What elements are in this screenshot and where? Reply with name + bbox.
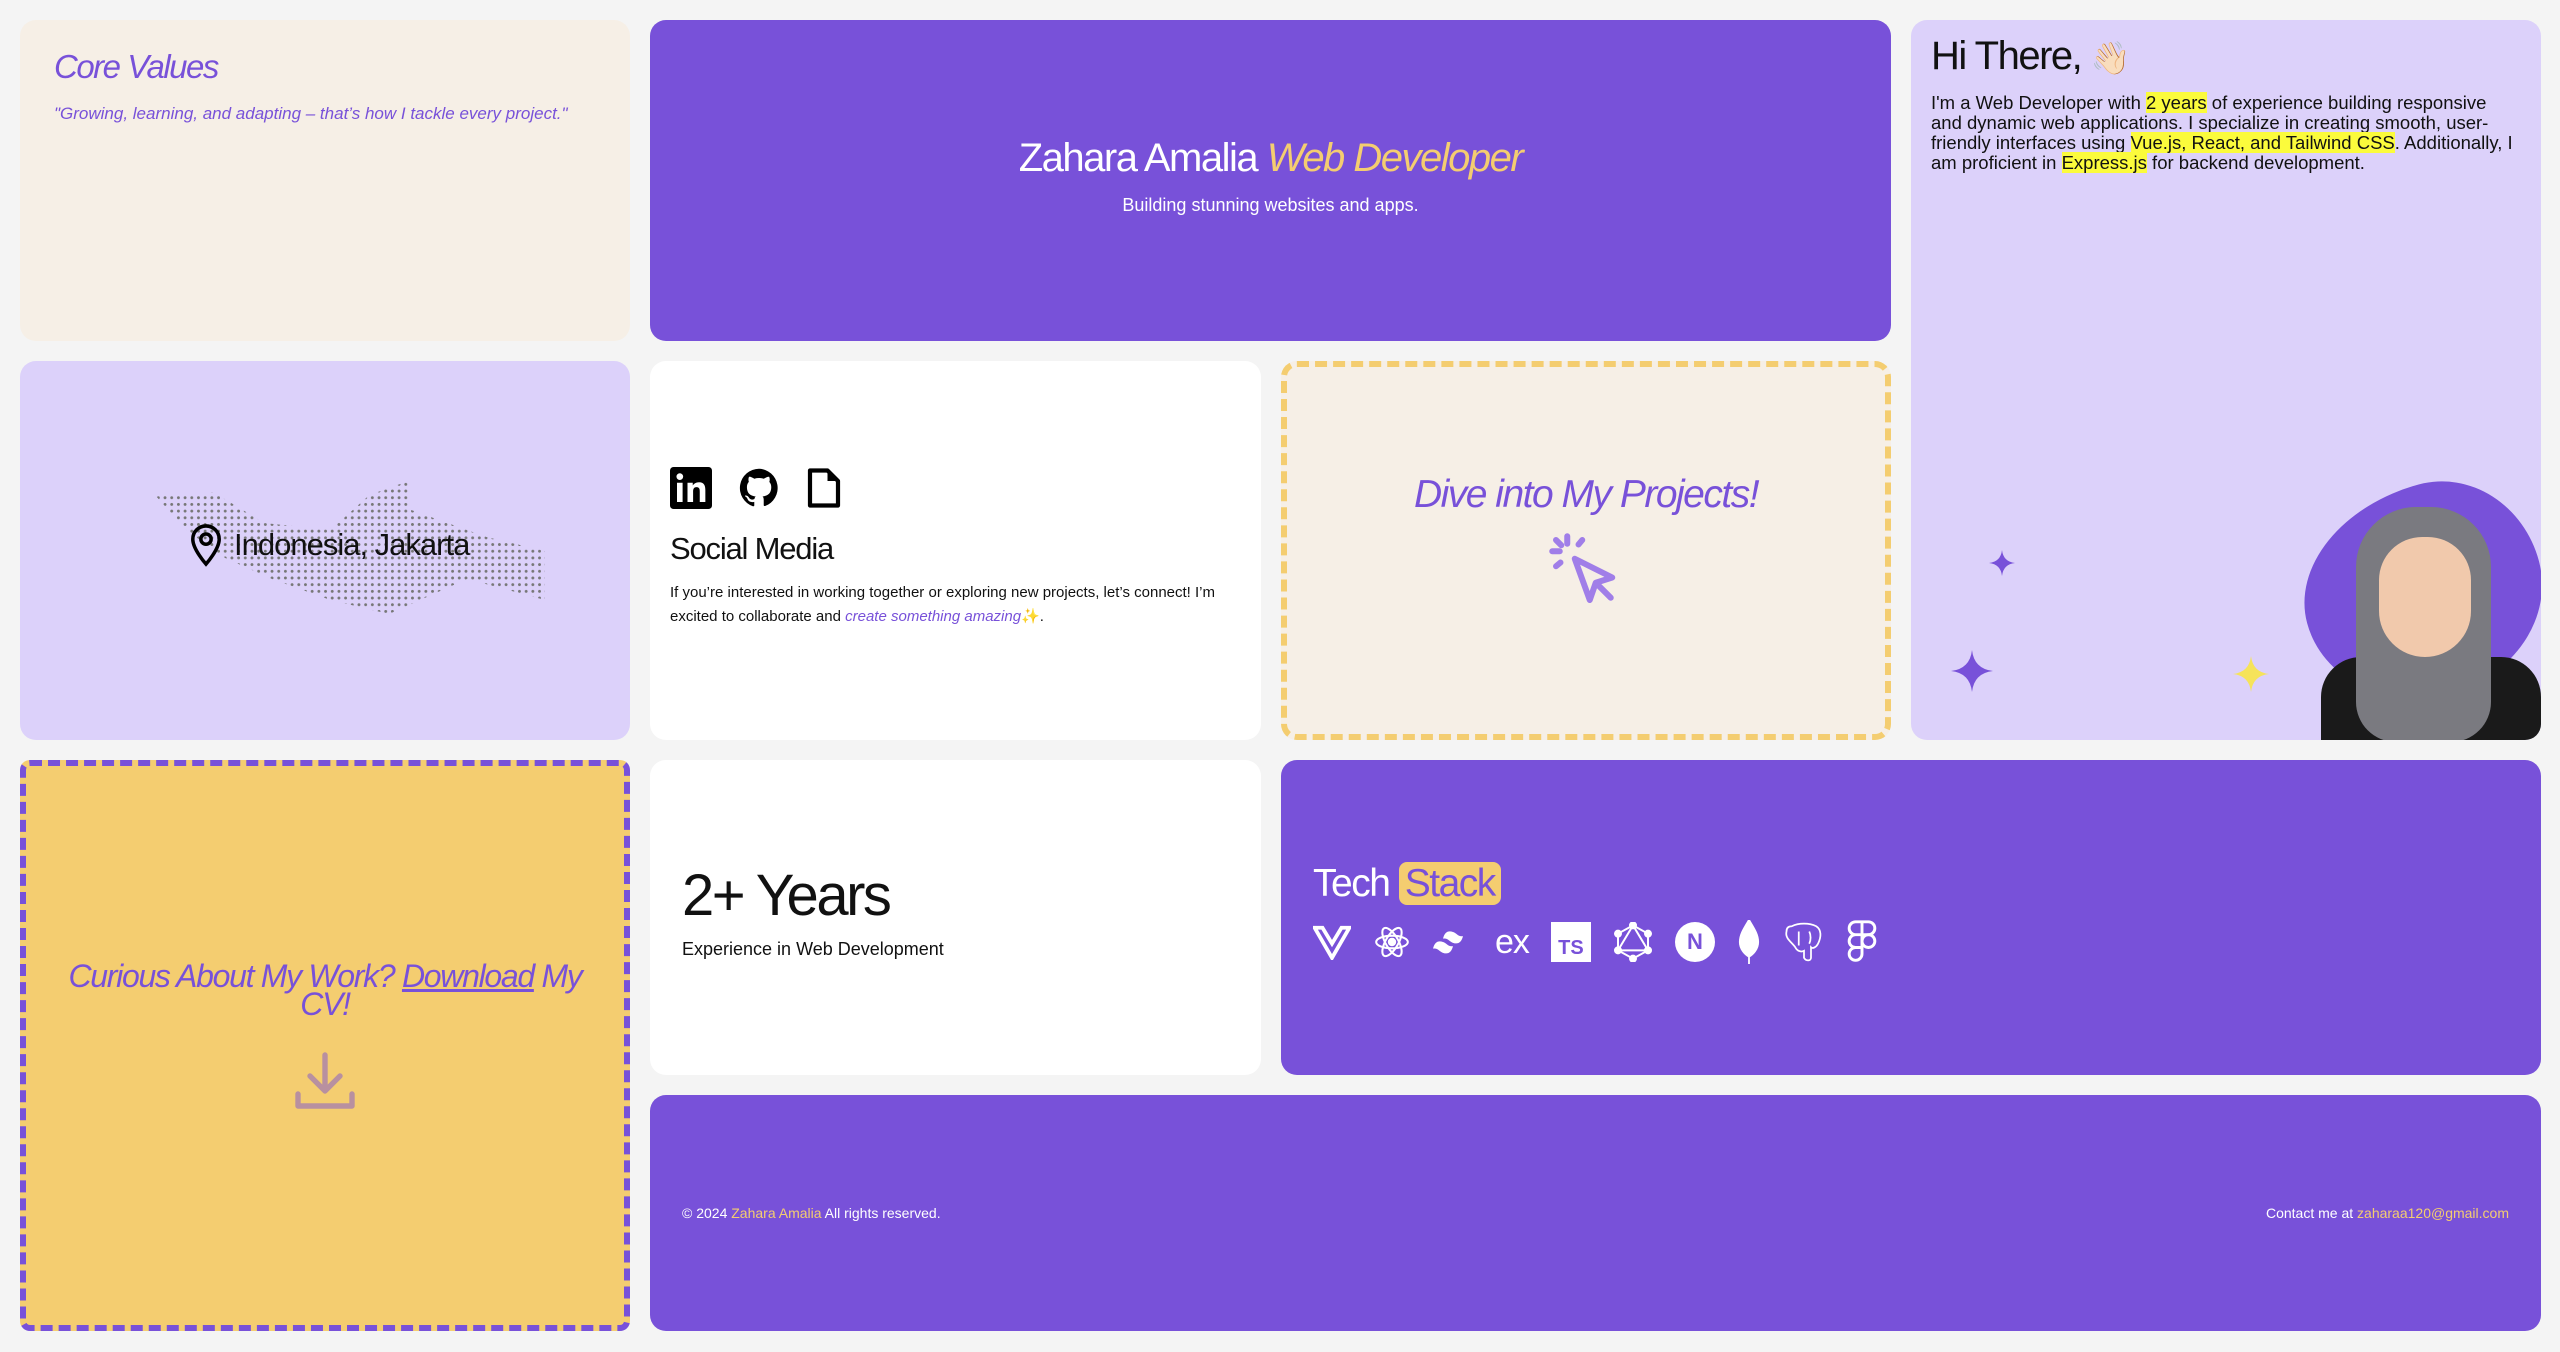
cv-card[interactable]: Curious About My Work? Download My CV! [20,760,630,1331]
contact-text: Contact me at [2265,1205,2358,1221]
highlight-express: Express.js [2061,152,2147,173]
core-values-title: Core Values [54,48,219,85]
avatar [2279,459,2541,740]
hero-card: Zahara Amalia Web Developer Building stu… [650,20,1891,341]
footer: © 2024 Zahara Amalia All rights reserved… [650,1095,2541,1331]
about-t1: I'm a Web Developer with [1931,92,2146,113]
hero-name: Zahara Amalia [1018,136,1259,180]
linkedin-icon[interactable] [670,467,712,509]
cursor-click-icon [1549,533,1616,603]
tech-icons: ex TS N [1313,920,2509,964]
footer-name: Zahara Amalia [731,1205,822,1221]
years-card: 2+ Years Experience in Web Development [650,760,1261,1075]
core-values-card: Core Values "Growing, learning, and adap… [20,20,630,341]
about-t4: for backend development. [2146,152,2365,173]
typescript-icon: TS [1550,922,1591,962]
highlight-stack: Vue.js, React, and Tailwind CSS [2130,132,2395,153]
social-t2: . [1039,608,1044,625]
figma-icon [1847,920,1877,962]
projects-title[interactable]: Dive into My Projects! [1287,473,1885,517]
avatar-face [2379,537,2471,657]
wave-icon: 👋🏻 [2090,40,2131,76]
tailwind-icon [1433,931,1463,954]
map-pin-icon [191,524,221,567]
years-label: Experience in Web Development [682,939,944,959]
social-title: Social Media [670,531,834,566]
hero-role: Web Developer [1266,136,1524,180]
social-card: Social Media If you’re interested in wor… [650,361,1261,740]
footer-contact: Contact me at zaharaa120@gmail.com [2266,1205,2509,1221]
react-icon [1375,926,1409,958]
years-value: 2+ Years [682,863,892,928]
about-card: Hi There, 👋🏻 I'm a Web Developer with 2 … [1911,20,2541,740]
github-icon[interactable] [738,467,780,509]
location-card: Indonesia, Jakarta [20,361,630,740]
sparkle-icon [2233,656,2269,692]
projects-card[interactable]: Dive into My Projects! [1281,361,1891,740]
vue-icon [1313,925,1351,960]
highlight-years: 2 years [2146,92,2207,113]
download-cv-link[interactable]: Download [402,958,535,994]
create-something-link[interactable]: create something amazing [845,608,1021,625]
mongodb-icon [1738,920,1760,964]
stack-badge: Stack [1398,862,1501,905]
sparkle-icon [1951,650,1993,692]
cv-title: Curious About My Work? Download My CV! [26,960,624,1020]
postgresql-icon [1785,922,1822,962]
rights-text: All rights reserved. [821,1205,941,1221]
sparkle-emoji: ✨ [1021,608,1040,625]
graphql-icon [1613,922,1652,962]
social-text: If you’re interested in working together… [670,581,1230,629]
location-label: Indonesia, Jakarta [234,527,470,562]
greeting: Hi There, [1931,34,2083,78]
nextjs-icon: N [1674,922,1715,962]
core-values-quote: "Growing, learning, and adapting – that’… [54,104,568,123]
footer-copyright: © 2024 Zahara Amalia All rights reserved… [682,1205,941,1221]
file-icon[interactable] [806,467,842,509]
about-text: I'm a Web Developer with 2 years of expe… [1931,92,2521,173]
hero-subtitle: Building stunning websites and apps. [1122,195,1419,215]
sparkle-icon [1989,550,2015,576]
express-icon: ex [1495,923,1530,961]
email-link[interactable]: zaharaa120@gmail.com [2357,1205,2509,1221]
tech-title: Tech [1313,862,1391,905]
tech-stack-card: Tech Stack ex TS N [1281,760,2541,1075]
cv-t1: Curious About My Work? [68,958,402,994]
copyright-text: © 2024 [682,1205,732,1221]
download-icon[interactable] [289,1046,361,1118]
